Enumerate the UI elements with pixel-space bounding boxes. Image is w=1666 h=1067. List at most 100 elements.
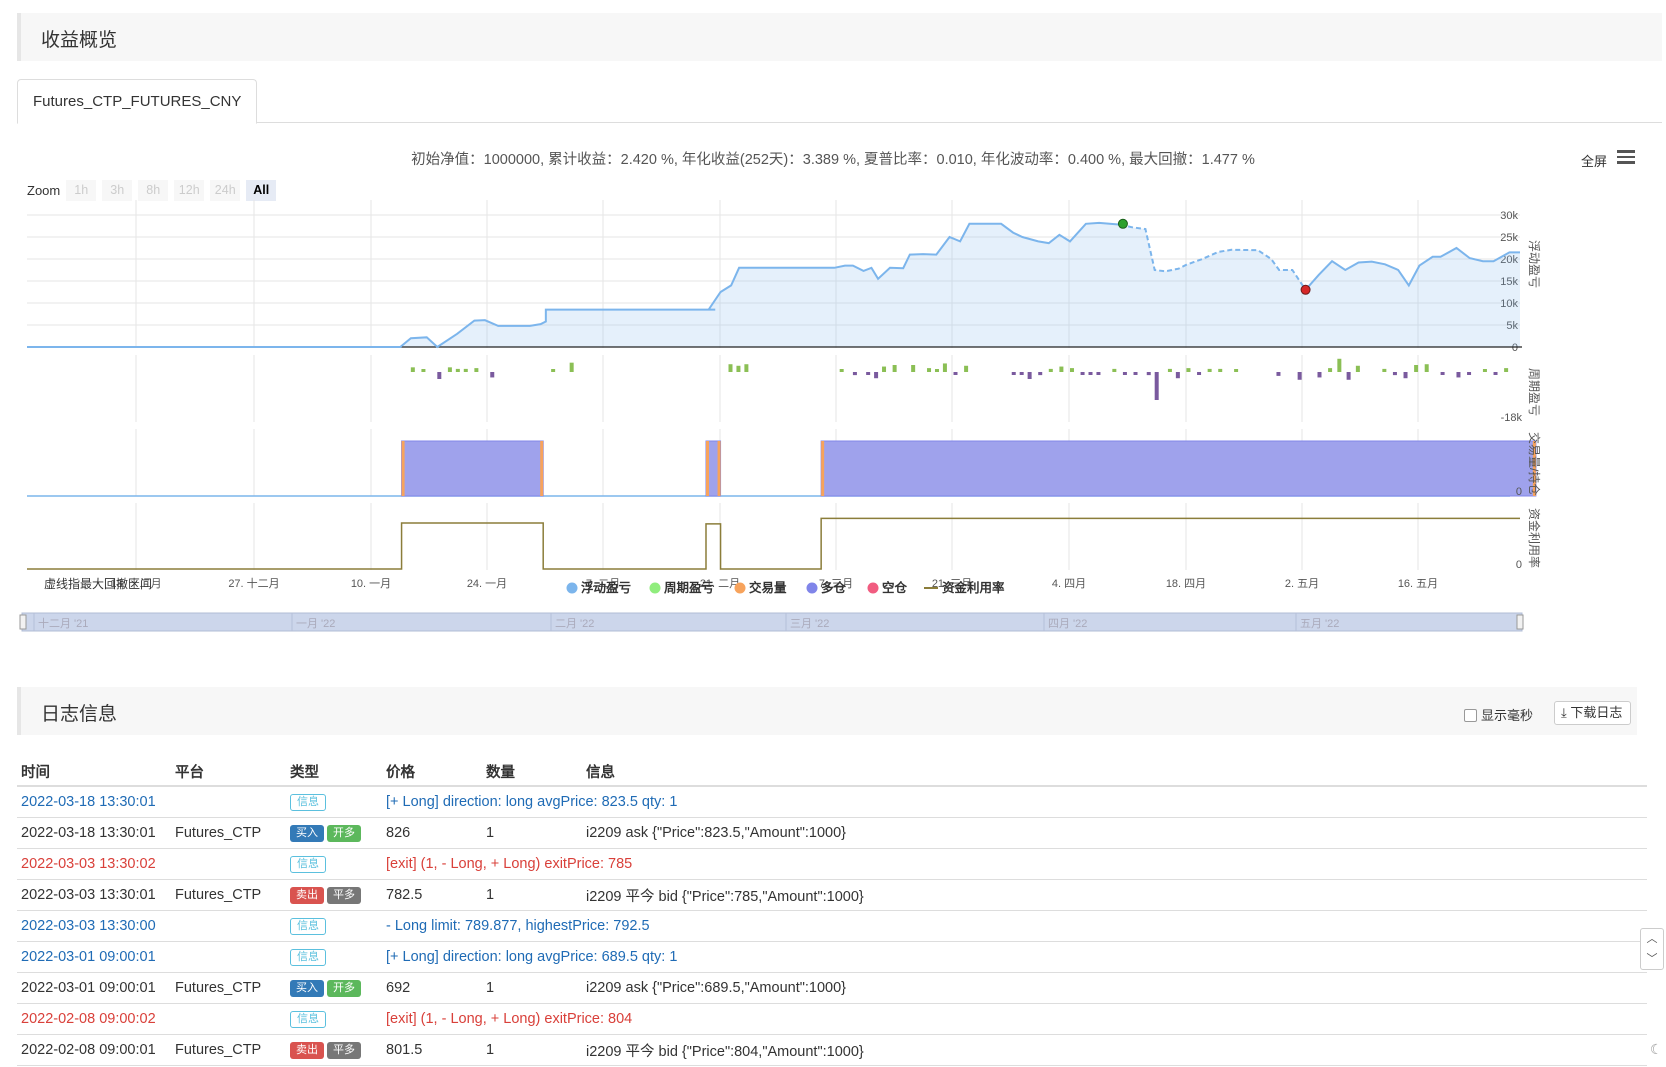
log-time: 2022-03-01 09:00:01 — [17, 972, 171, 1004]
log-table: 时间 平台 类型 价格 数量 信息 2022-03-18 13:30:01 信息 [… — [17, 757, 1647, 1066]
period-pnl-bar — [1048, 368, 1053, 372]
log-row: 2022-02-08 09:00:02 信息 [exit] (1, - Long, … — [17, 1003, 1647, 1035]
volume-bar — [821, 441, 825, 496]
log-time: 2022-03-03 13:30:01 — [17, 879, 171, 911]
type-badge-info: 信息 — [290, 793, 326, 811]
period-pnl-bar — [1146, 372, 1151, 376]
x-tick-label: 16. 五月 — [1398, 578, 1438, 590]
log-platform — [171, 941, 286, 973]
zoom-1h-button[interactable]: 1h — [66, 180, 97, 201]
volume-bar — [401, 441, 405, 496]
navigator: 十二月 '21 一月 '22 二月 '22 三月 '22 四月 '22 五月 '22 — [19, 612, 1524, 632]
pnl-chart[interactable]: 30k25k20k15k10k5k0浮动盈亏 -18k周期盈亏 0交易量/持仓 … — [0, 200, 1666, 670]
scroll-down-button[interactable]: ﹀ — [1641, 949, 1663, 969]
log-row: 2022-03-01 09:00:01 信息 [+ Long] direction:… — [17, 941, 1647, 973]
period-pnl-bar — [1080, 372, 1085, 375]
log-info: [exit] (1, - Long, + Long) exitPrice: 80… — [382, 1003, 1647, 1035]
period-pnl-bar — [1424, 364, 1429, 372]
log-platform: Futures_CTP — [171, 1034, 286, 1066]
x-tick-label: 27. 十二月 — [228, 576, 279, 590]
y-tick-label: 30k — [1500, 210, 1518, 222]
period-pnl-bar — [1167, 368, 1172, 372]
zoom-all-button[interactable]: All — [246, 180, 277, 201]
x-tick-label: 4. 四月 — [1052, 578, 1086, 590]
type-badge-info: 信息 — [290, 855, 326, 873]
period-pnl-bar — [1297, 372, 1302, 380]
download-log-button[interactable]: ⤓ 下载日志 — [1554, 701, 1632, 725]
log-type: 买入 开多 — [286, 972, 382, 1004]
period-pnl-bar — [964, 365, 969, 372]
col-type: 类型 — [286, 757, 382, 787]
type-badge-sell: 卖出 — [290, 886, 324, 904]
log-row: 2022-03-18 13:30:01 Futures_CTP 买入 开多 826 1 i2… — [17, 817, 1647, 849]
legend-item: 周期盈亏 — [664, 580, 715, 595]
type-badge-sell: 卖出 — [290, 1041, 324, 1059]
summary-title: 收益概览 — [41, 30, 118, 51]
period-pnl-bar — [1096, 372, 1101, 375]
y-tick-label: 0 — [1516, 559, 1522, 571]
period-pnl-bar — [463, 368, 468, 372]
show-ms-checkbox[interactable] — [1464, 709, 1477, 722]
period-pnl-bar — [1069, 368, 1074, 372]
period-pnl-bar — [874, 372, 879, 379]
chart-grid — [27, 200, 1520, 570]
dark-mode-icon[interactable]: ☾ — [1650, 1041, 1663, 1058]
download-icon: ⤓ — [1561, 705, 1567, 720]
period-pnl-bar — [1328, 368, 1333, 372]
type-badge-close: 平多 — [327, 886, 361, 904]
log-platform — [171, 1003, 286, 1035]
period-pnl-bar — [1467, 372, 1472, 375]
period-pnl-bar — [447, 367, 452, 372]
scroll-up-button[interactable]: ︿ — [1641, 929, 1663, 949]
log-header-row: 时间 平台 类型 价格 数量 信息 — [17, 757, 1647, 787]
period-pnl-bar — [1019, 372, 1024, 375]
long-position-block — [820, 440, 1537, 497]
period-pnl-bar — [569, 362, 574, 372]
x-tick-label: 2. 五月 — [1285, 578, 1319, 590]
stats-line: 初始净值：1000000, 累计收益：2.420 %, 年化收益(252天)：3… — [411, 152, 1255, 168]
tab-futures-ctp[interactable]: Futures_CTP_FUTURES_CNY — [17, 79, 258, 124]
log-info: i2209 ask {"Price":689.5,"Amount":1000} — [582, 972, 1647, 1004]
period-pnl-bar — [551, 369, 556, 372]
type-badge-info: 信息 — [290, 917, 326, 935]
summary-header: 收益概览 — [17, 13, 1662, 61]
navigator-tick-label: 四月 '22 — [1048, 618, 1087, 630]
log-price: 782.5 — [382, 879, 482, 911]
log-platform: Futures_CTP — [171, 972, 286, 1004]
zoom-label: Zoom — [27, 183, 61, 198]
log-qty: 1 — [482, 879, 582, 911]
menu-icon[interactable] — [1617, 150, 1635, 164]
period-pnl-bar — [744, 364, 749, 372]
period-pnl-bar — [421, 369, 426, 372]
log-platform: Futures_CTP — [171, 817, 286, 849]
legend-symbol — [566, 582, 578, 594]
zoom-3h-button[interactable]: 3h — [102, 180, 133, 201]
max-point-marker — [1117, 218, 1128, 229]
legend-item: 资金利用率 — [942, 580, 1005, 595]
fullscreen-button[interactable]: 全屏 — [1581, 151, 1607, 170]
legend-item: 交易量 — [749, 580, 787, 595]
period-pnl-bar — [1011, 372, 1016, 375]
col-price: 价格 — [382, 757, 482, 787]
period-pnl-bar — [1482, 369, 1487, 372]
log-time: 2022-02-08 09:00:01 — [17, 1034, 171, 1066]
zoom-12h-button[interactable]: 12h — [174, 180, 205, 201]
log-time: 2022-03-18 13:30:01 — [17, 817, 171, 849]
show-ms-toggle[interactable]: 显示毫秒 — [1464, 705, 1533, 724]
log-platform — [171, 786, 286, 818]
navigator-handle-right — [1516, 614, 1524, 630]
log-type: 信息 — [286, 848, 382, 880]
period-pnl-bar — [1392, 372, 1397, 376]
log-body: 2022-03-18 13:30:01 信息 [+ Long] direction:… — [17, 786, 1647, 1066]
period-pnl-bar — [1088, 372, 1093, 375]
x-tick-label: 10. 一月 — [351, 578, 391, 590]
zoom-8h-button[interactable]: 8h — [138, 180, 169, 201]
zoom-24h-button[interactable]: 24h — [210, 180, 241, 201]
period-pnl-bar — [1382, 368, 1387, 372]
download-label: 下载日志 — [1570, 705, 1623, 720]
drawdown-note: 虚线指最大回撤区间 — [44, 576, 152, 591]
period-pnl-bar — [410, 367, 415, 372]
legend-item: 浮动盈亏 — [581, 580, 632, 595]
log-platform: Futures_CTP — [171, 879, 286, 911]
log-time: 2022-02-08 09:00:02 — [17, 1003, 171, 1035]
